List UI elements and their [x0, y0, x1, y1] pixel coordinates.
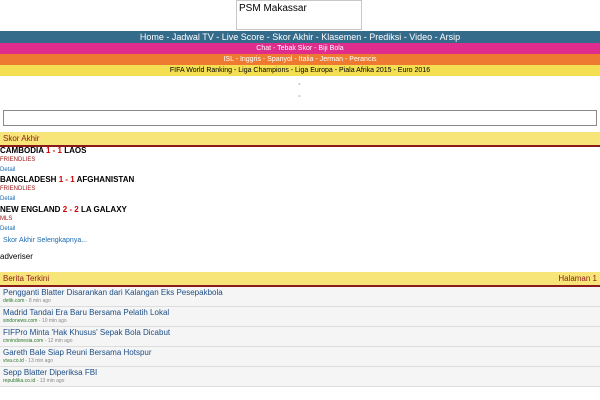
news-title[interactable]: FIFPro Minta 'Hak Khusus' Sepak Bola Dic… [3, 328, 170, 337]
ad-placeholder-2: ° [298, 95, 301, 102]
home-team: NEW ENGLAND [0, 205, 61, 214]
match-result: NEW ENGLAND 2 - 2 LA GALAXY [0, 205, 127, 214]
news-item[interactable]: Pengganti Blatter Disarankan dari Kalang… [0, 287, 600, 307]
score-separator: - [50, 146, 58, 155]
home-team: BANGLADESH [0, 175, 57, 184]
away-team: AFGHANISTAN [76, 175, 135, 184]
match-result: CAMBODIA 1 - 1 LAOS [0, 146, 86, 155]
news-item[interactable]: Gareth Bale Siap Reuni Bersama Hotspur v… [0, 347, 600, 367]
community-nav[interactable]: Chat - Tebak Skor - Biji Bola [0, 43, 600, 54]
match-league: FRIENDLIES [0, 186, 36, 192]
news-source: viva.co.id - 13 min ago [3, 358, 54, 364]
news-title[interactable]: Gareth Bale Siap Reuni Bersama Hotspur [3, 348, 152, 357]
site-logo[interactable]: PSM Makassar [236, 0, 362, 30]
skor-akhir-header: Skor Akhir [0, 132, 600, 147]
away-score: 1 [70, 175, 75, 184]
news-item[interactable]: Sepp Blatter Diperiksa FBI republika.co.… [0, 367, 600, 387]
section-title: Berita Terkini [3, 274, 50, 283]
away-score: 1 [57, 146, 62, 155]
main-nav[interactable]: Home - Jadwal TV - Live Score - Skor Akh… [0, 31, 600, 43]
news-source: detik.com - 8 min ago [3, 298, 51, 304]
match-detail-link[interactable]: Detail [0, 226, 15, 232]
match-detail-link[interactable]: Detail [0, 167, 15, 173]
news-title[interactable]: Pengganti Blatter Disarankan dari Kalang… [3, 288, 223, 297]
news-source: sindonews.com - 10 min ago [3, 318, 67, 324]
search-input[interactable] [3, 110, 597, 126]
away-team: LAOS [64, 146, 87, 155]
news-source: republika.co.id - 13 min ago [3, 378, 65, 384]
league-nav[interactable]: ISL - Inggris - Spanyol - Italia - Jerma… [0, 54, 600, 65]
news-source: cnnindonesia.com - 12 min ago [3, 338, 73, 344]
match-detail-link[interactable]: Detail [0, 196, 15, 202]
away-score: 2 [74, 205, 79, 214]
news-title[interactable]: Sepp Blatter Diperiksa FBI [3, 368, 97, 377]
section-title: Skor Akhir [3, 134, 40, 143]
ad-placeholder-1: ° [298, 83, 301, 90]
match-league: MLS [0, 216, 13, 222]
home-team: CAMBODIA [0, 146, 44, 155]
page-indicator[interactable]: Halaman 1 [558, 272, 597, 285]
away-team: LA GALAXY [80, 205, 127, 214]
adviser-label: adveriser [0, 252, 33, 261]
news-item[interactable]: Madrid Tandai Era Baru Bersama Pelatih L… [0, 307, 600, 327]
match-league: FRIENDLIES [0, 157, 36, 163]
news-title[interactable]: Madrid Tandai Era Baru Bersama Pelatih L… [3, 308, 169, 317]
skor-akhir-more-link[interactable]: Skor Akhir Selengkapnya... [3, 237, 87, 244]
logo-text: PSM Makassar [239, 3, 307, 14]
match-result: BANGLADESH 1 - 1 AFGHANISTAN [0, 175, 134, 184]
news-item[interactable]: FIFPro Minta 'Hak Khusus' Sepak Bola Dic… [0, 327, 600, 347]
berita-header: Berita Terkini Halaman 1 [0, 272, 600, 287]
competition-nav[interactable]: FIFA World Ranking - Liga Champions - Li… [0, 65, 600, 76]
